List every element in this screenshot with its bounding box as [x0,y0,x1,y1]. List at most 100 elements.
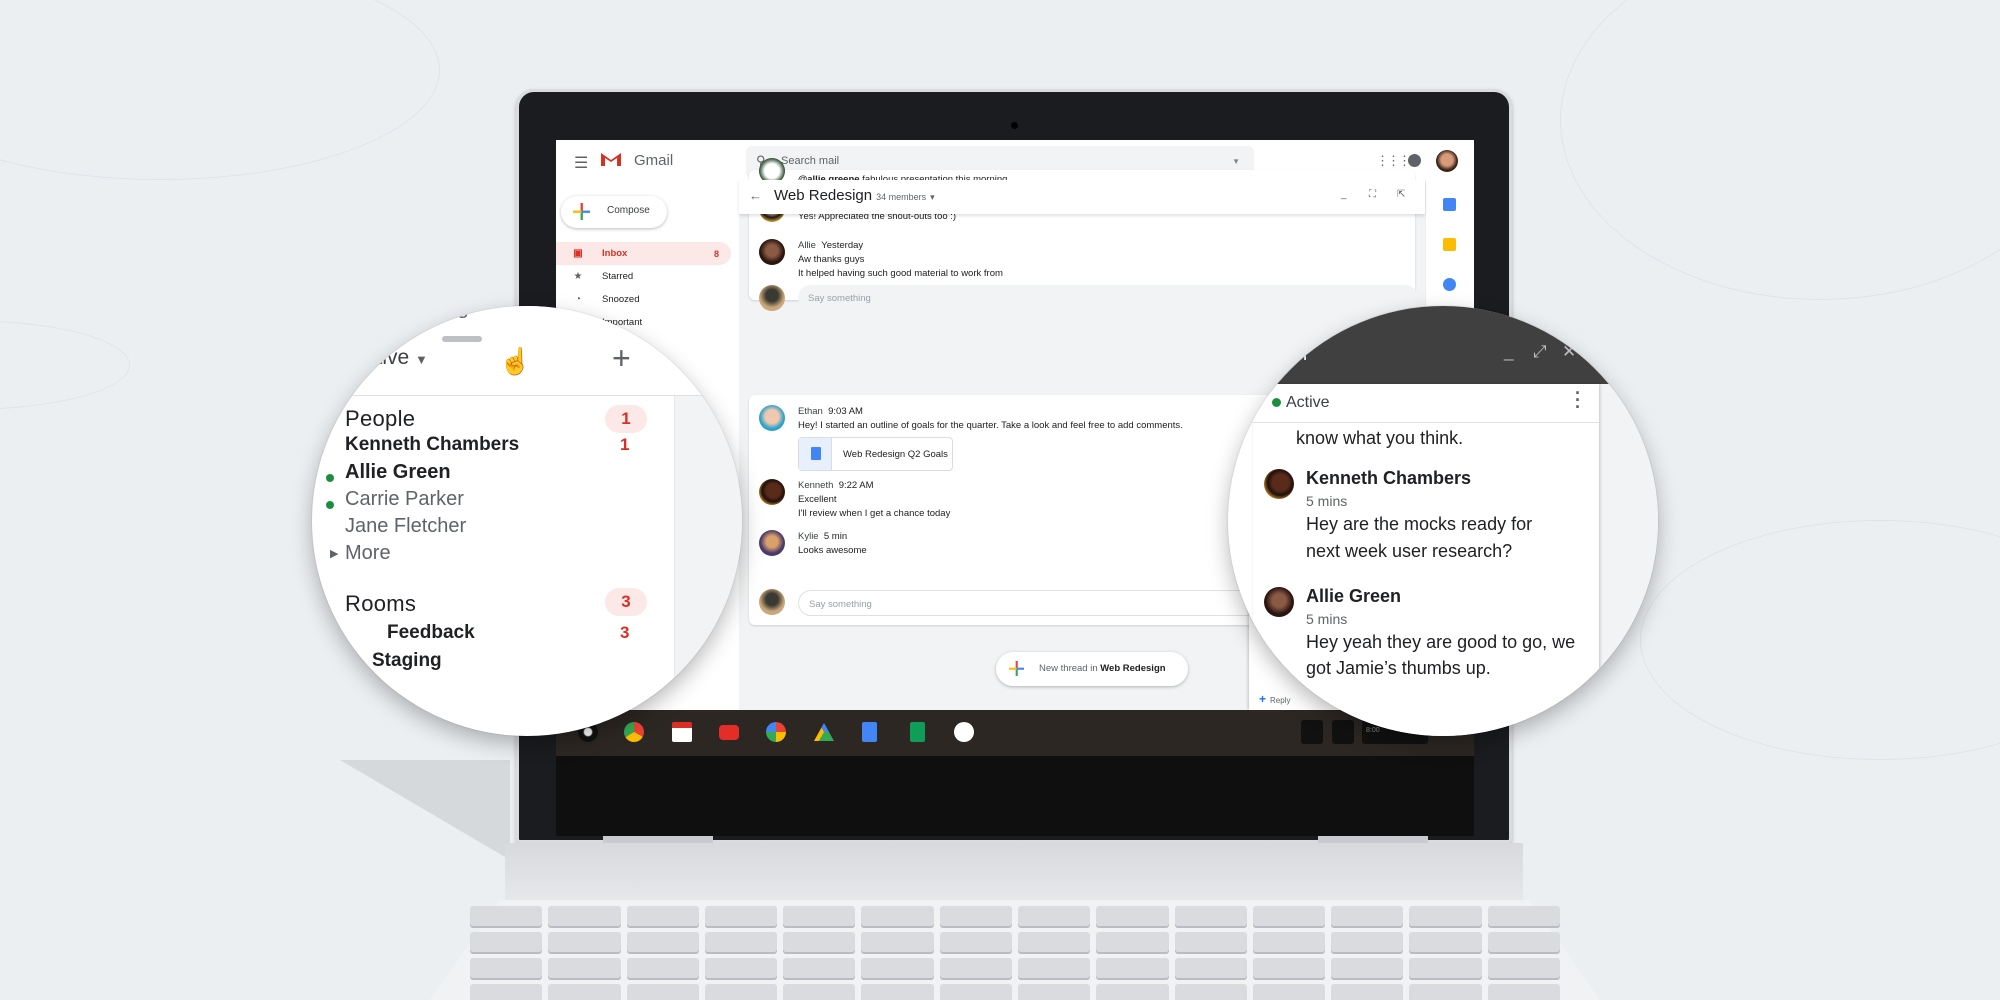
exit-fullscreen-icon[interactable]: ⛶ [1369,189,1376,200]
room-item[interactable]: Feedback [387,622,475,644]
expand-icon[interactable]: ⤢ [1533,342,1547,362]
more-contacts-button[interactable]: More [345,542,391,565]
chrome-icon[interactable] [624,722,644,742]
keyboard-key [861,932,934,952]
background-contour [1560,0,2000,300]
sheets-icon[interactable] [910,722,925,742]
projects-label: Projects [392,306,468,323]
keyboard-key [626,984,699,1000]
minimize-icon[interactable]: _ [1504,342,1513,362]
people-section-header[interactable]: People [345,406,415,432]
room-title[interactable]: Web Redesign 34 members ▾ [774,187,935,204]
people-unread-badge: 1 [605,405,647,433]
keep-icon[interactable] [1443,238,1456,251]
contact-item[interactable]: Kenneth Chambers [345,434,519,456]
search-options-icon[interactable]: ▼ [1232,157,1240,166]
keyboard-key [1409,958,1482,978]
rooms-section-header[interactable]: Rooms [345,591,416,617]
sidebar-item-starred[interactable]: ★ Starred [556,265,731,288]
keyboard-key [548,984,621,1000]
contact-item[interactable]: Allie Green [345,461,451,484]
drawer-handle[interactable] [442,336,482,342]
avatar [759,239,785,265]
calendar-icon[interactable] [1443,198,1456,211]
minimize-icon[interactable]: _ [1341,189,1347,200]
message-body: next week user research? [1306,541,1513,561]
keyboard [470,906,1560,1000]
sidebar-item-inbox[interactable]: ▣ Inbox 8 [556,242,731,265]
message-body: Hey yeah they are good to go, we [1306,632,1576,652]
background-pane [1599,384,1658,736]
menu-icon[interactable]: ☰ [574,153,588,173]
notifications-icon[interactable] [1408,154,1421,167]
docs-icon[interactable] [862,722,877,742]
message-meta: Ethan 9:03 AM [798,405,863,418]
avatar [759,405,785,431]
message-body: Aw thanks guys [798,254,865,265]
add-chat-button[interactable]: + [612,340,631,377]
author: Kenneth [798,480,834,491]
keyboard-key [1487,932,1560,952]
keyboard-key [1331,932,1404,952]
keyboard-key [1331,906,1404,926]
status-filter-dropdown[interactable]: Active ▼ [352,346,428,370]
keyboard-key [1017,906,1091,926]
play-store-icon[interactable] [954,722,974,742]
expand-arrow-icon: ▶ [330,548,339,560]
dm-chat-title[interactable]: Allie Green [1228,344,1307,365]
popout-icon[interactable]: ⇱ [1397,189,1405,200]
online-indicator [1272,398,1281,407]
keyboard-key [1487,906,1560,926]
back-arrow-icon[interactable]: ← [749,188,762,203]
apps-grid-icon[interactable]: ⋮⋮⋮ [1376,153,1411,169]
plus-icon [1009,661,1024,676]
app-name: Gmail [634,152,674,169]
author: Allie [798,240,816,251]
keyboard-key [1017,958,1091,978]
contact-item[interactable]: Carrie Parker [345,488,464,511]
keyboard-key [939,958,1012,978]
keyboard-key [1487,984,1560,1000]
divider [1253,422,1599,423]
message-body: got Jamie’s thumbs up. [1306,658,1491,678]
tasks-icon[interactable] [1443,278,1456,291]
keyboard-key [783,984,856,1000]
message-body: Looks awesome [798,545,867,556]
drive-icon[interactable] [814,723,834,741]
sidebar-item-label: Inbox [602,248,628,259]
sidebar-item-label: Snoozed [602,294,640,305]
keyboard-key [1174,958,1247,978]
keyboard-key [470,958,543,978]
chevron-down-icon[interactable]: ▾ [930,192,935,202]
timestamp: 9:22 AM [838,480,874,491]
keyboard-key [1487,958,1560,978]
message-body: I'll review when I get a chance today [798,508,951,519]
room-item[interactable]: Staging [372,650,442,672]
compose-button[interactable]: Compose [561,196,667,228]
keyboard-key [1252,958,1326,978]
keyboard-key [470,932,543,952]
keyboard-key [1252,906,1326,926]
online-indicator [326,501,334,509]
keyboard-key [704,958,778,978]
timestamp: 5 min [823,531,848,542]
unread-count: 1 [620,435,630,454]
doc-attachment[interactable]: Web Redesign Q2 Goals [798,437,953,471]
author: Kylie [798,531,819,542]
keyboard-key [470,906,543,926]
avatar [759,589,785,615]
clock-icon: ◔ [574,294,582,305]
photos-icon[interactable] [766,722,786,742]
more-options-icon[interactable]: · · · [1575,384,1581,416]
close-icon[interactable]: ✕ [1562,342,1576,362]
keyboard-key [548,906,621,926]
message-body: It helped having such good material to w… [798,268,1003,279]
member-count[interactable]: 34 members [876,192,926,202]
account-avatar[interactable] [1436,150,1458,172]
new-thread-button[interactable]: New thread in Web Redesign [996,652,1188,686]
keyboard-key [939,906,1012,926]
keyboard-key [1331,958,1404,978]
keyboard-key [861,984,934,1000]
keyboard-key [1096,906,1169,926]
contact-item[interactable]: Jane Fletcher [345,515,466,538]
